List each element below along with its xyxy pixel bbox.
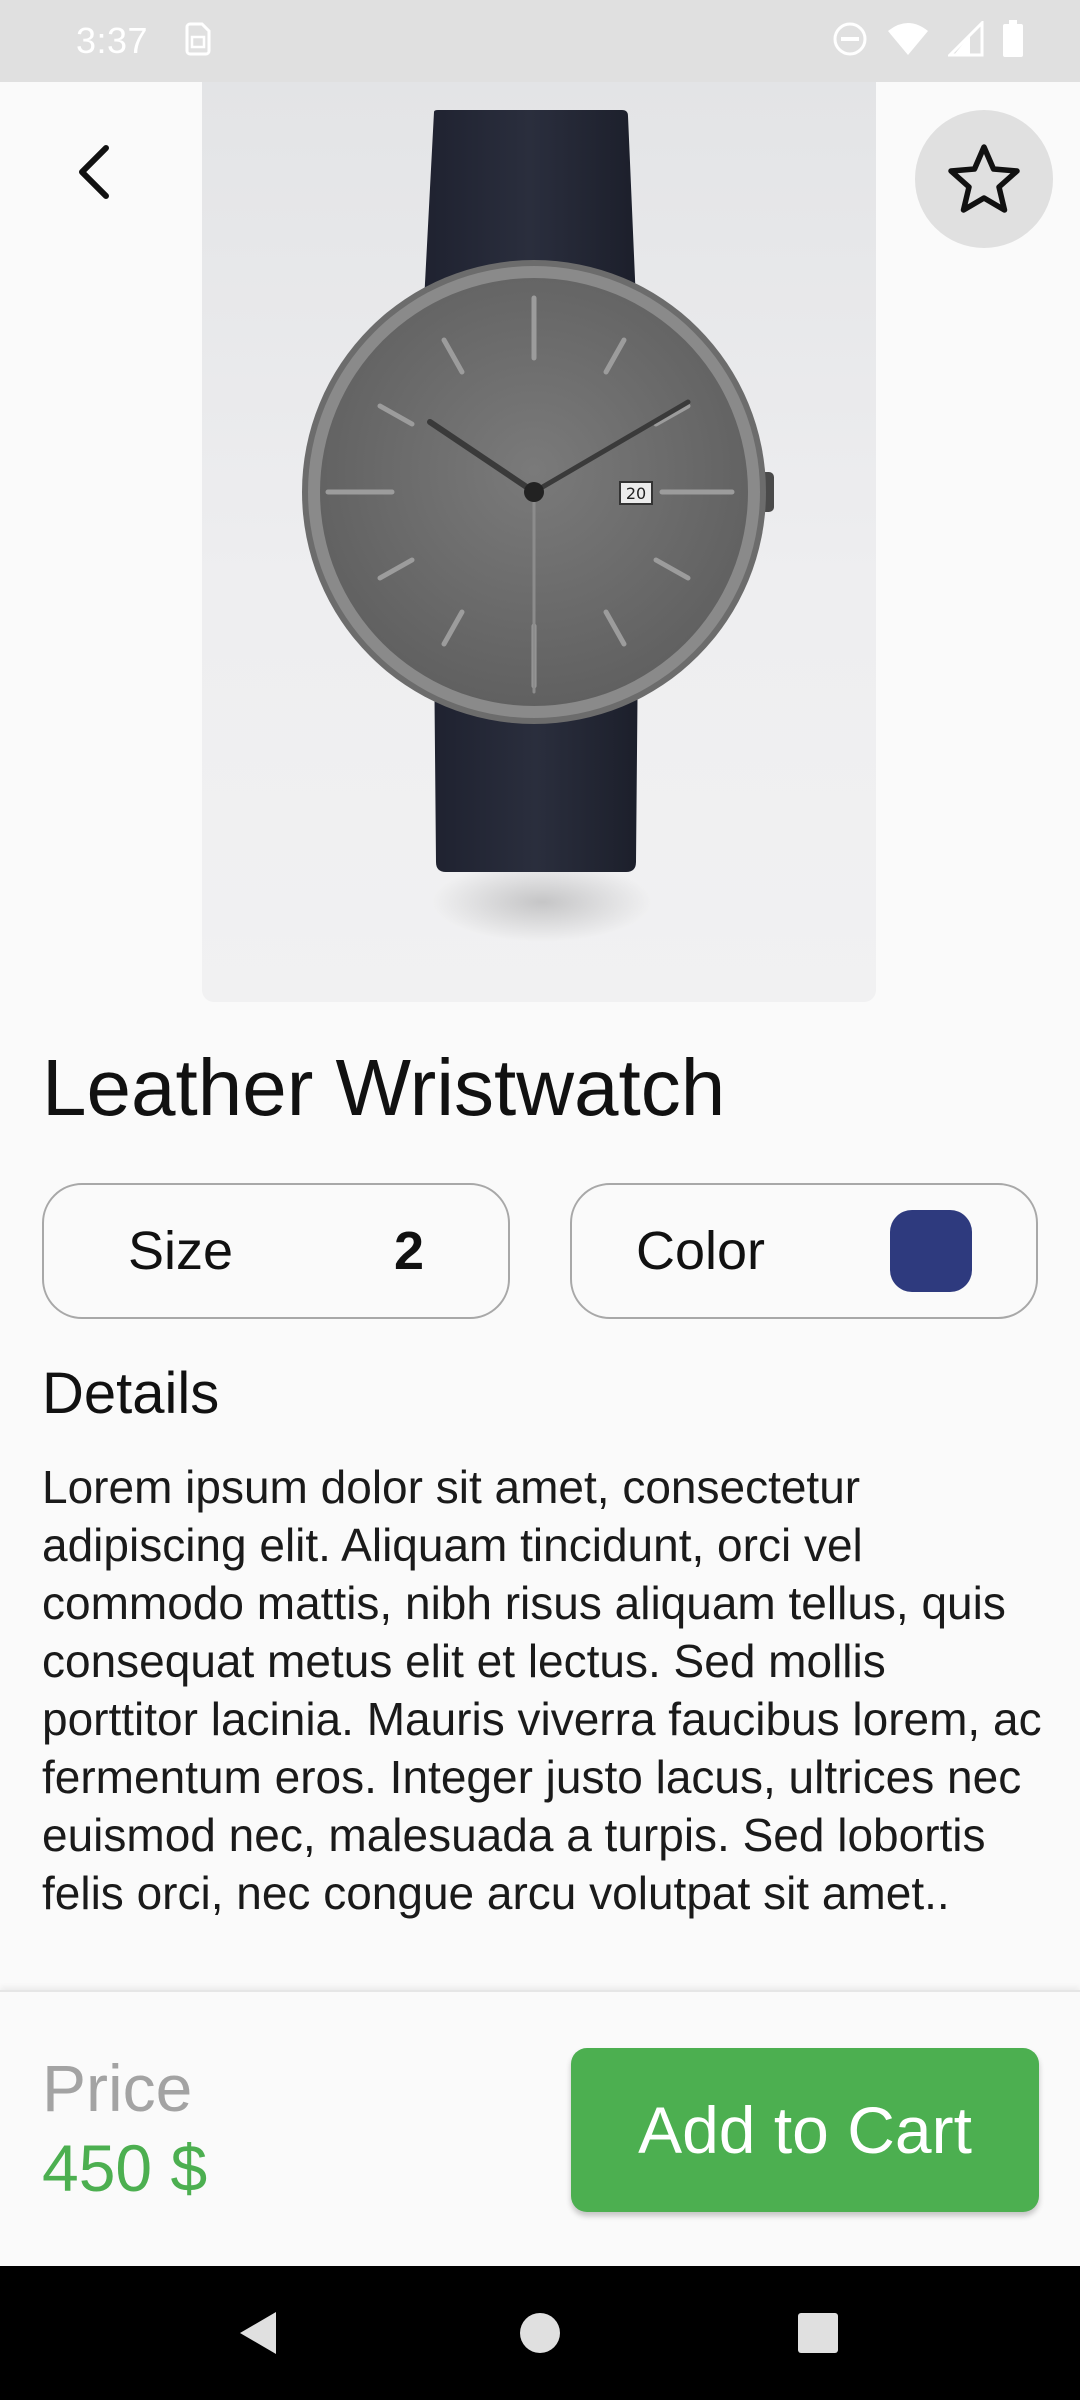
star-outline-icon — [948, 144, 1020, 213]
sim-card-icon — [184, 21, 212, 62]
nav-home-icon — [520, 2313, 560, 2353]
nav-recents-button[interactable] — [768, 2283, 868, 2383]
nav-back-icon — [240, 2312, 276, 2354]
favorite-button[interactable] — [915, 110, 1053, 248]
status-time: 3:37 — [76, 20, 149, 61]
status-bar: 3:37 — [0, 0, 1080, 82]
cellular-signal-icon — [946, 18, 984, 62]
back-button[interactable] — [52, 130, 136, 214]
nav-back-button[interactable] — [208, 2283, 308, 2383]
color-label: Color — [636, 1221, 766, 1281]
size-selector[interactable]: Size 2 — [42, 1183, 510, 1319]
nav-recents-icon — [798, 2313, 838, 2353]
do-not-disturb-icon — [832, 21, 868, 62]
details-description: Lorem ipsum dolor sit amet, consectetur … — [42, 1461, 1042, 1919]
battery-icon — [1002, 19, 1024, 63]
arrow-back-icon — [79, 145, 109, 199]
product-detail-screen: 3:37 20 Leather Wristwatch Size 2 Color … — [0, 0, 1080, 2400]
nav-home-button[interactable] — [490, 2283, 590, 2383]
product-image: 20 — [202, 82, 876, 1002]
add-to-cart-button[interactable]: Add to Cart — [571, 2048, 1039, 2212]
color-selector[interactable]: Color — [570, 1183, 1038, 1319]
details-heading: Details — [42, 1361, 220, 1426]
wifi-icon — [886, 21, 930, 62]
system-navigation-bar — [0, 2266, 1080, 2400]
price-label: Price — [42, 2051, 193, 2125]
watch-image: 20 — [302, 110, 774, 942]
color-swatch — [890, 1210, 972, 1292]
date-window-text: 20 — [626, 484, 646, 503]
price-value: 450 $ — [42, 2131, 208, 2205]
product-title: Leather Wristwatch — [42, 1043, 726, 1132]
size-value: 2 — [393, 1221, 424, 1281]
size-label: Size — [128, 1221, 234, 1281]
